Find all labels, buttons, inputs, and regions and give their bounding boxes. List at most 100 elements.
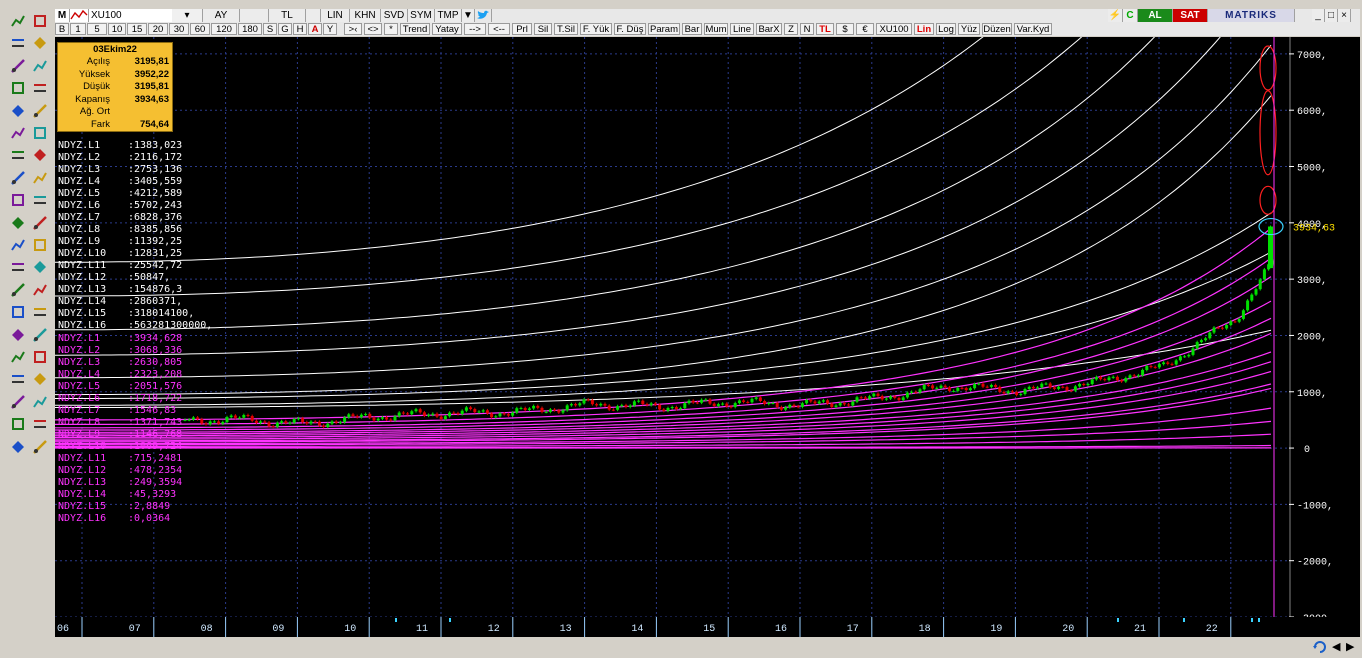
period-button[interactable]: 10 <box>108 23 126 35</box>
grid-icon[interactable] <box>32 416 48 432</box>
currency-dropdown[interactable] <box>306 9 321 22</box>
tool-button[interactable]: XU100 <box>876 23 912 35</box>
trend-tool-icon[interactable] <box>10 13 26 29</box>
tool-button[interactable]: Prl <box>512 23 532 35</box>
tool-button[interactable]: Trend <box>400 23 430 35</box>
minimize-icon[interactable]: _ <box>1312 9 1325 22</box>
layers-icon[interactable] <box>10 58 26 74</box>
buy-button[interactable]: AL <box>1138 9 1173 22</box>
arrow-down-small-icon[interactable] <box>10 349 26 365</box>
channel-icon[interactable] <box>32 259 48 275</box>
fibonacci-icon[interactable] <box>10 35 26 51</box>
tool-button[interactable]: Lin <box>914 23 934 35</box>
menu-dropdown-icon[interactable]: ▼ <box>462 9 475 22</box>
tool-button[interactable]: Düzen <box>982 23 1012 35</box>
chart-type-icon[interactable] <box>70 9 89 22</box>
symbol-field[interactable]: XU100 <box>89 9 174 22</box>
period-button[interactable]: B <box>55 23 69 35</box>
scroll-right-icon[interactable]: ▶ <box>1346 639 1358 655</box>
tool-button[interactable]: Yüz <box>958 23 980 35</box>
cursor-icon[interactable] <box>32 35 48 51</box>
arrow-icon[interactable] <box>10 304 26 320</box>
pencil-icon[interactable] <box>32 80 48 96</box>
refresh-small-icon[interactable]: C <box>1123 9 1138 22</box>
period-button[interactable]: A <box>308 23 322 35</box>
expand-icon[interactable] <box>10 237 26 253</box>
sell-button[interactable]: SAT <box>1173 9 1208 22</box>
gear-icon[interactable] <box>32 282 48 298</box>
tool-button[interactable]: $ <box>836 23 854 35</box>
zoom-icon[interactable] <box>10 371 26 387</box>
dropdown-arrow-icon[interactable]: ▾ <box>172 9 203 22</box>
price-axis[interactable]: 7000, 6000, 5000, 4000, 3000, 2000, 1000, 0 -100… <box>1289 37 1360 617</box>
tool-button[interactable]: TL <box>816 23 834 35</box>
triangle-icon[interactable] <box>10 416 26 432</box>
bars-icon[interactable] <box>32 371 48 387</box>
period-dropdown[interactable] <box>240 9 269 22</box>
cycle-icon[interactable] <box>10 125 26 141</box>
tool-button[interactable]: >‹ <box>344 23 362 35</box>
period-button[interactable]: Y <box>323 23 337 35</box>
period-button[interactable]: 30 <box>169 23 189 35</box>
maximize-icon[interactable]: □ <box>1325 9 1338 22</box>
regression-icon[interactable] <box>32 439 48 455</box>
arrow-up-small-icon[interactable] <box>10 327 26 343</box>
close-icon[interactable]: × <box>1338 9 1351 22</box>
arrow-up-icon[interactable] <box>32 215 48 231</box>
tool-button[interactable]: Sil <box>534 23 552 35</box>
menu-tmp[interactable]: TMP <box>435 9 462 22</box>
time-axis[interactable]: 06 07 08 09 10 11 12 13 14 15 16 17 18 19 20 21 22 <box>55 617 1360 637</box>
tool-button[interactable]: T.Sil <box>554 23 578 35</box>
tool-button[interactable]: Log <box>936 23 956 35</box>
period-button[interactable]: G <box>278 23 292 35</box>
magnet2-icon[interactable] <box>10 439 26 455</box>
tool-button[interactable]: Param <box>648 23 680 35</box>
twitter-icon[interactable] <box>475 9 492 22</box>
currency-select[interactable]: TL <box>269 9 306 22</box>
scroll-left-icon[interactable]: ◀ <box>1332 639 1344 655</box>
lock-icon[interactable] <box>32 13 48 29</box>
scale-select[interactable]: LIN <box>321 9 350 22</box>
level-icon[interactable] <box>32 304 48 320</box>
magnet-icon[interactable] <box>32 237 48 253</box>
tool-button[interactable]: <> <box>364 23 382 35</box>
arrow-right-icon[interactable] <box>32 192 48 208</box>
tool-button[interactable]: Z <box>784 23 798 35</box>
period-button[interactable]: 60 <box>190 23 210 35</box>
period-button[interactable]: 15 <box>127 23 147 35</box>
period-button[interactable]: 180 <box>238 23 262 35</box>
text-icon[interactable] <box>32 147 48 163</box>
diamond-icon[interactable] <box>10 282 26 298</box>
tool-button[interactable]: Var.Kyd <box>1014 23 1052 35</box>
fan-icon[interactable] <box>10 103 26 119</box>
tool-button[interactable]: BarX <box>756 23 782 35</box>
menu-svd[interactable]: SVD <box>381 9 408 22</box>
tool-button[interactable]: N <box>800 23 814 35</box>
period-select[interactable]: AY <box>203 9 240 22</box>
menu-sym[interactable]: SYM <box>408 9 435 22</box>
arrow-left-icon[interactable] <box>32 170 48 186</box>
bell-icon[interactable] <box>10 192 26 208</box>
refresh-icon[interactable] <box>1312 639 1328 655</box>
price-chart[interactable] <box>55 37 1289 617</box>
select-icon[interactable] <box>10 394 26 410</box>
sheet2-icon[interactable] <box>32 349 48 365</box>
tool-button[interactable]: Yatay <box>432 23 462 35</box>
label-icon[interactable] <box>10 170 26 186</box>
cross-icon[interactable] <box>10 215 26 231</box>
tool-button[interactable]: F. Yük <box>580 23 612 35</box>
tool-button[interactable]: Bar <box>682 23 702 35</box>
parallel-lines-icon[interactable] <box>10 80 26 96</box>
tool-button[interactable]: <-- <box>488 23 510 35</box>
gann-icon[interactable] <box>32 103 48 119</box>
period-button[interactable]: 1 <box>70 23 86 35</box>
tool-button[interactable]: --> <box>464 23 486 35</box>
period-button[interactable]: H <box>293 23 307 35</box>
signal-icon[interactable] <box>32 125 48 141</box>
period-button[interactable]: 20 <box>148 23 168 35</box>
sheet-icon[interactable] <box>32 327 48 343</box>
tool-button[interactable]: Mum <box>704 23 728 35</box>
period-button[interactable]: 5 <box>87 23 107 35</box>
scissors-icon[interactable] <box>32 394 48 410</box>
tool-button[interactable]: * <box>384 23 398 35</box>
